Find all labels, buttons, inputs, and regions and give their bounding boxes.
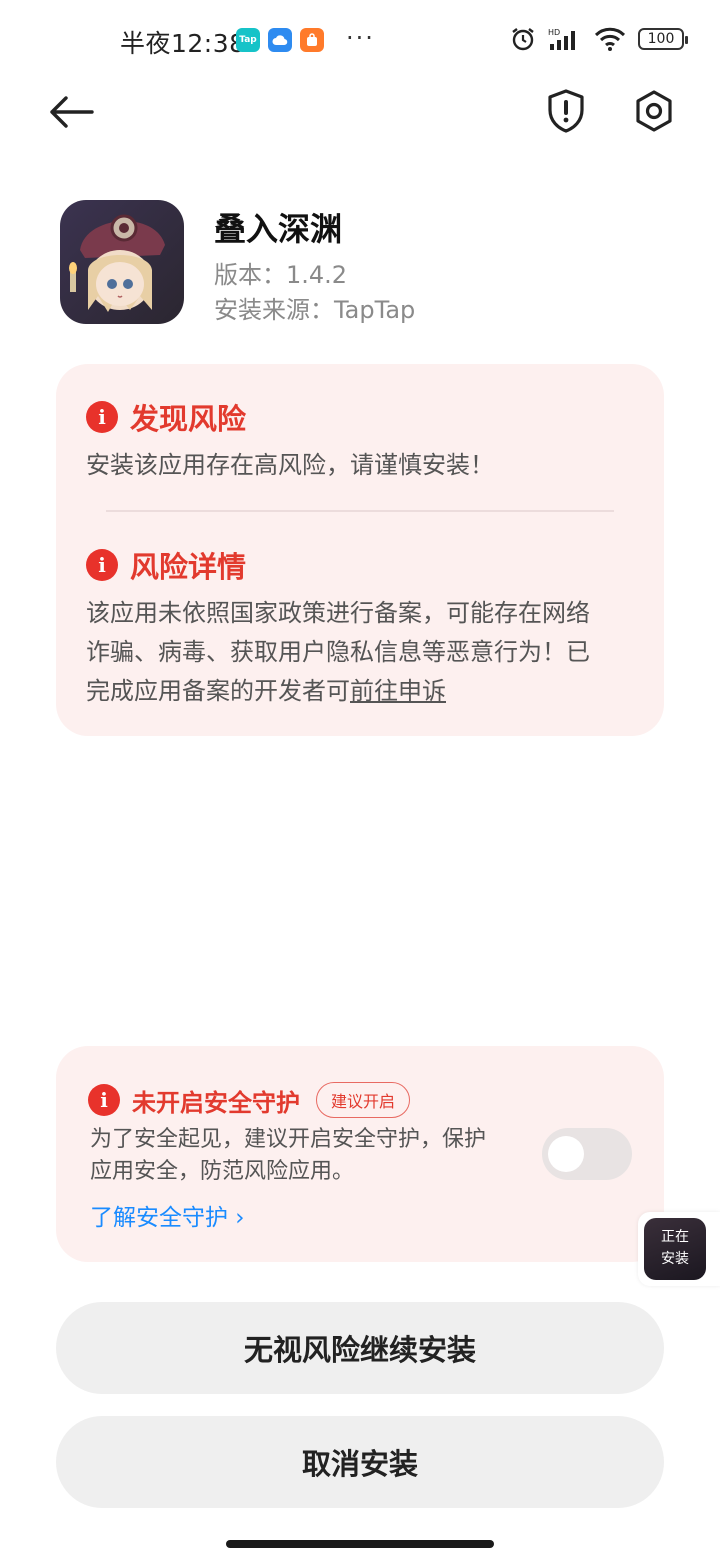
risk-detail-header: i 风险详情: [86, 544, 246, 586]
risk-detail-line: 完成应用备案的开发者可前往申诉: [86, 672, 590, 711]
app-icon: [60, 200, 184, 324]
risk-detail-line: 该应用未依照国家政策进行备案，可能存在网络: [86, 599, 590, 627]
security-protection-card: i 未开启安全守护 建议开启 为了安全起见，建议开启安全守护，保护 应用安全，防…: [56, 1046, 664, 1262]
protection-toggle[interactable]: [542, 1128, 632, 1180]
protection-line: 为了安全起见，建议开启安全守护，保护: [90, 1127, 487, 1152]
learn-protection-link[interactable]: 了解安全守护 ›: [90, 1198, 245, 1232]
gear-icon: [636, 90, 672, 132]
tap-icon: Tap: [236, 28, 260, 52]
back-button[interactable]: [48, 88, 100, 136]
status-bar: 半夜12:38 Tap ··· HD 100: [0, 0, 720, 80]
security-button[interactable]: [544, 88, 588, 136]
toggle-knob: [548, 1136, 584, 1172]
risk-detail-line: 诈骗、病毒、获取用户隐私信息等恶意行为！已: [86, 638, 590, 666]
risk-card: i 发现风险 安装该应用存在高风险，请谨慎安装！ i 风险详情 该应用未依照国家…: [56, 364, 664, 736]
installing-line: 正在: [661, 1229, 689, 1245]
status-right: HD 100: [510, 26, 688, 52]
protection-header: i 未开启安全守护 建议开启: [88, 1082, 411, 1118]
info-icon: i: [88, 1084, 120, 1116]
wifi-icon: [594, 27, 626, 51]
risk-detail-title: 风险详情: [130, 550, 247, 584]
arrow-left-icon: [50, 96, 94, 128]
alarm-icon: [512, 28, 534, 51]
svg-text:HD: HD: [548, 28, 560, 37]
continue-install-button[interactable]: 无视风险继续安装: [56, 1302, 664, 1394]
settings-button[interactable]: [632, 88, 676, 136]
divider: [106, 510, 614, 512]
installing-bubble[interactable]: 正在 安装: [638, 1212, 720, 1286]
status-time: 半夜12:38: [120, 29, 246, 58]
more-notifications-icon: ···: [346, 24, 375, 52]
risk-detail-line-prefix: 完成应用备案的开发者可: [86, 677, 350, 705]
signal-icon: HD: [548, 28, 575, 50]
cloud-icon: [268, 28, 292, 52]
install-risk-page: 半夜12:38 Tap ··· HD 100 叠入深渊 版本：1.4.2 安装来…: [0, 0, 720, 1560]
risk-found-text: 安装该应用存在高风险，请谨慎安装！: [86, 451, 494, 479]
mall-icon: [300, 28, 324, 52]
risk-detail-text: 该应用未依照国家政策进行备案，可能存在网络 诈骗、病毒、获取用户隐私信息等恶意行…: [86, 594, 590, 711]
app-name: 叠入深渊: [214, 210, 343, 248]
info-icon: i: [86, 549, 118, 581]
cancel-install-button[interactable]: 取消安装: [56, 1416, 664, 1508]
info-icon: i: [86, 401, 118, 433]
installing-app-thumbnail: 正在 安装: [644, 1218, 706, 1280]
home-indicator[interactable]: [226, 1540, 494, 1548]
recommend-badge: 建议开启: [316, 1082, 411, 1118]
appeal-link[interactable]: 前往申诉: [350, 677, 446, 705]
notification-icons: Tap: [236, 28, 324, 52]
risk-found-header: i 发现风险: [86, 396, 246, 438]
installing-line: 安装: [661, 1251, 689, 1267]
protection-title: 未开启安全守护: [132, 1088, 300, 1117]
protection-description: 为了安全起见，建议开启安全守护，保护 应用安全，防范风险应用。: [90, 1124, 530, 1188]
protection-line: 应用安全，防范风险应用。: [90, 1159, 355, 1184]
shield-alert-icon: [548, 89, 584, 133]
risk-found-title: 发现风险: [130, 402, 247, 436]
app-version: 版本：1.4.2: [214, 261, 348, 289]
installing-label: 正在 安装: [644, 1226, 706, 1270]
install-source: 安装来源：TapTap: [214, 296, 416, 324]
battery-indicator: 100: [638, 28, 688, 50]
